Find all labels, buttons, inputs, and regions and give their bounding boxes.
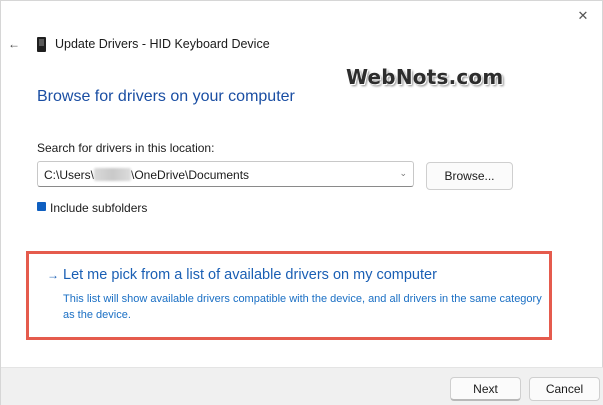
include-subfolders-checkbox[interactable]	[37, 202, 46, 211]
search-location-label: Search for drivers in this location:	[37, 141, 215, 155]
redacted-username	[94, 168, 132, 181]
include-subfolders-label[interactable]: Include subfolders	[50, 201, 147, 215]
pick-from-list-link[interactable]: Let me pick from a list of available dri…	[63, 267, 437, 283]
driver-path-combobox[interactable]: C:\Users\ \OneDrive\Documents ⌄	[37, 161, 414, 187]
arrow-right-icon: →	[47, 268, 59, 282]
cancel-button[interactable]: Cancel	[529, 377, 600, 401]
update-drivers-dialog: ✕ ← Update Drivers - HID Keyboard Device…	[0, 0, 603, 405]
watermark: WebNots.com	[346, 65, 504, 89]
path-suffix: \OneDrive\Documents	[131, 168, 250, 182]
window-title: Update Drivers - HID Keyboard Device	[55, 37, 270, 51]
next-button[interactable]: Next	[450, 377, 521, 401]
keyboard-device-icon	[37, 37, 46, 52]
back-arrow-icon[interactable]: ←	[7, 37, 21, 51]
page-heading: Browse for drivers on your computer	[37, 88, 295, 105]
pick-from-list-description: This list will show available drivers co…	[63, 293, 542, 321]
close-icon[interactable]: ✕	[572, 7, 594, 25]
browse-button[interactable]: Browse...	[426, 162, 513, 190]
chevron-down-icon[interactable]: ⌄	[399, 168, 407, 179]
path-prefix: C:\Users\	[44, 168, 95, 182]
